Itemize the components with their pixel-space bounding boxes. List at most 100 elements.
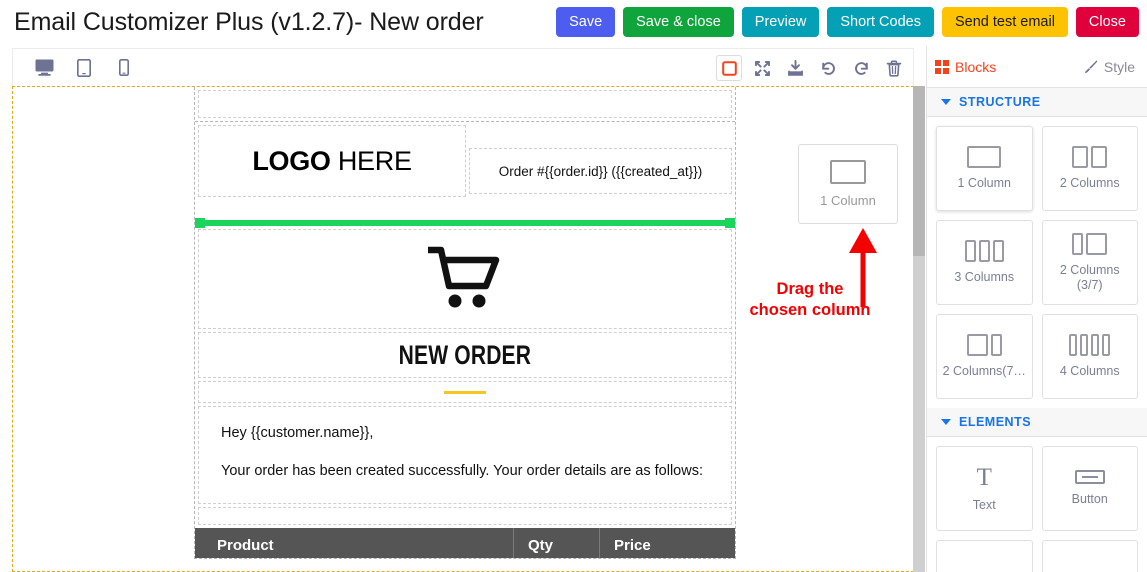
block-tile-extra-2[interactable] — [1041, 540, 1138, 572]
export-code-icon[interactable] — [782, 55, 808, 81]
toggle-borders-icon[interactable] — [716, 55, 742, 81]
close-button[interactable]: Close — [1075, 7, 1139, 37]
block-tile-label: 2 Columns — [1059, 176, 1120, 191]
block-tile-label: 2 Columns (3/7) — [1059, 263, 1120, 292]
block-tile-2-columns-3-7[interactable]: 2 Columns (3/7) — [1041, 220, 1138, 305]
elements-tile-grid: T Text Button — [927, 437, 1147, 572]
preview-button[interactable]: Preview — [741, 7, 820, 37]
app-header: Email Customizer Plus (v1.2.7)- New orde… — [0, 0, 1147, 44]
save-button[interactable]: Save — [556, 7, 616, 37]
section-header-structure[interactable]: STRUCTURE — [927, 88, 1147, 117]
logo-bold: LOGO — [252, 145, 331, 176]
gold-divider — [444, 390, 486, 394]
section-header-elements[interactable]: ELEMENTS — [927, 408, 1147, 437]
right-panel: Blocks Style STRUCTURE 1 Column 2 Column… — [926, 46, 1147, 572]
structure-tile-grid: 1 Column 2 Columns 3 Columns 2 Columns (… — [927, 117, 1147, 408]
block-tile-2-columns-7-3[interactable]: 2 Columns(7… — [936, 314, 1033, 399]
brush-icon — [1084, 60, 1098, 74]
table-header-price: Price — [599, 527, 735, 558]
email-row-cart[interactable] — [195, 229, 735, 329]
block-tile-button[interactable]: Button — [1041, 446, 1138, 531]
drag-ghost-label: 1 Column — [820, 193, 876, 208]
logo-light: HERE — [330, 145, 412, 176]
editor-toolbar — [12, 48, 914, 86]
email-cell-divider[interactable] — [198, 381, 732, 403]
three-columns-icon — [964, 240, 1004, 263]
tab-style[interactable]: Style — [1083, 59, 1135, 75]
device-switcher — [31, 55, 137, 81]
panel-tabs: Blocks Style — [927, 46, 1147, 88]
row-highlight-bar — [195, 218, 735, 228]
greeting-text: Hey {{customer.name}}, — [221, 425, 374, 441]
header-actions: Save Save & close Preview Short Codes Se… — [556, 7, 1139, 37]
table-header-qty: Qty — [513, 527, 599, 558]
email-cell-empty[interactable] — [198, 90, 732, 118]
four-columns-icon — [1069, 334, 1111, 357]
email-row-spacer[interactable] — [195, 90, 735, 122]
email-row-separator[interactable] — [195, 506, 735, 525]
redo-icon[interactable] — [848, 55, 874, 81]
mobile-view-icon[interactable] — [111, 55, 137, 81]
block-tile-label: Text — [972, 497, 996, 512]
block-tile-2-columns[interactable]: 2 Columns — [1041, 126, 1138, 211]
shopping-cart-icon — [428, 246, 500, 308]
email-cell-title[interactable]: NEW ORDER — [198, 332, 732, 378]
button-icon — [1074, 470, 1105, 485]
section-title-structure: STRUCTURE — [959, 95, 1041, 109]
short-codes-button[interactable]: Short Codes — [827, 7, 934, 37]
two-columns-icon — [1072, 146, 1108, 169]
fullscreen-icon[interactable] — [749, 55, 775, 81]
annotation-line-2: chosen column — [749, 300, 871, 319]
block-tile-extra-1[interactable] — [936, 540, 1033, 572]
order-table-header[interactable]: Product Qty Price — [195, 527, 735, 558]
one-column-icon — [830, 160, 866, 184]
email-cell-order-info[interactable]: Order #{{order.id}} ({{created_at}}) — [469, 148, 732, 194]
tab-blocks-label: Blocks — [955, 58, 997, 75]
email-cell-cart-icon[interactable] — [198, 229, 732, 329]
two-columns-3-7-icon — [1072, 233, 1108, 256]
table-header-product: Product — [217, 537, 274, 555]
one-column-icon — [967, 146, 1002, 169]
email-row-body[interactable]: Hey {{customer.name}}, Your order has be… — [195, 406, 735, 504]
email-cell-logo[interactable]: LOGO HERE — [198, 125, 466, 197]
email-row-divider[interactable] — [195, 381, 735, 403]
block-tile-3-columns[interactable]: 3 Columns — [936, 220, 1033, 305]
block-tile-label: 1 Column — [957, 176, 1012, 191]
toolbar-actions — [716, 49, 907, 87]
two-columns-7-3-icon — [966, 334, 1002, 357]
canvas-scrollbar[interactable] — [913, 86, 925, 572]
tab-blocks[interactable]: Blocks — [935, 59, 996, 75]
chevron-down-icon — [941, 99, 951, 105]
email-title-text: NEW ORDER — [398, 339, 532, 370]
blocks-grid-icon — [935, 59, 949, 74]
block-tile-4-columns[interactable]: 4 Columns — [1041, 314, 1138, 399]
email-canvas[interactable]: LOGO HERE Order #{{order.id}} ({{created… — [12, 86, 914, 572]
block-tile-label: 2 Columns(7… — [942, 364, 1026, 379]
block-tile-label: 4 Columns — [1059, 364, 1120, 379]
annotation-text: Drag the chosen column — [670, 279, 913, 320]
block-tile-label: Button — [1071, 492, 1108, 507]
send-test-email-button[interactable]: Send test email — [941, 7, 1068, 37]
undo-icon[interactable] — [815, 55, 841, 81]
save-and-close-button[interactable]: Save & close — [623, 7, 734, 37]
text-icon: T — [976, 463, 992, 491]
block-tile-1-column[interactable]: 1 Column — [936, 126, 1033, 211]
drag-ghost-1-column[interactable]: 1 Column — [798, 144, 898, 224]
page-title: Email Customizer Plus (v1.2.7)- New orde… — [14, 7, 484, 36]
canvas-scrollbar-thumb[interactable] — [913, 86, 925, 256]
email-document[interactable]: LOGO HERE Order #{{order.id}} ({{created… — [194, 87, 736, 559]
tablet-view-icon[interactable] — [71, 55, 97, 81]
body-text: Your order has been created successfully… — [221, 463, 703, 480]
desktop-view-icon[interactable] — [31, 55, 57, 81]
logo-text: LOGO HERE — [252, 145, 412, 177]
email-row-title[interactable]: NEW ORDER — [195, 332, 735, 378]
section-title-elements: ELEMENTS — [959, 415, 1032, 429]
clear-canvas-icon[interactable] — [881, 55, 907, 81]
block-tile-label: 3 Columns — [954, 270, 1015, 285]
email-cell-body-text[interactable]: Hey {{customer.name}}, Your order has be… — [198, 406, 732, 504]
block-tile-text[interactable]: T Text — [936, 446, 1033, 531]
annotation-line-1: Drag the — [776, 280, 844, 298]
email-cell-separator[interactable] — [198, 506, 732, 525]
chevron-down-icon — [941, 419, 951, 425]
email-row-header[interactable]: LOGO HERE Order #{{order.id}} ({{created… — [195, 122, 735, 220]
